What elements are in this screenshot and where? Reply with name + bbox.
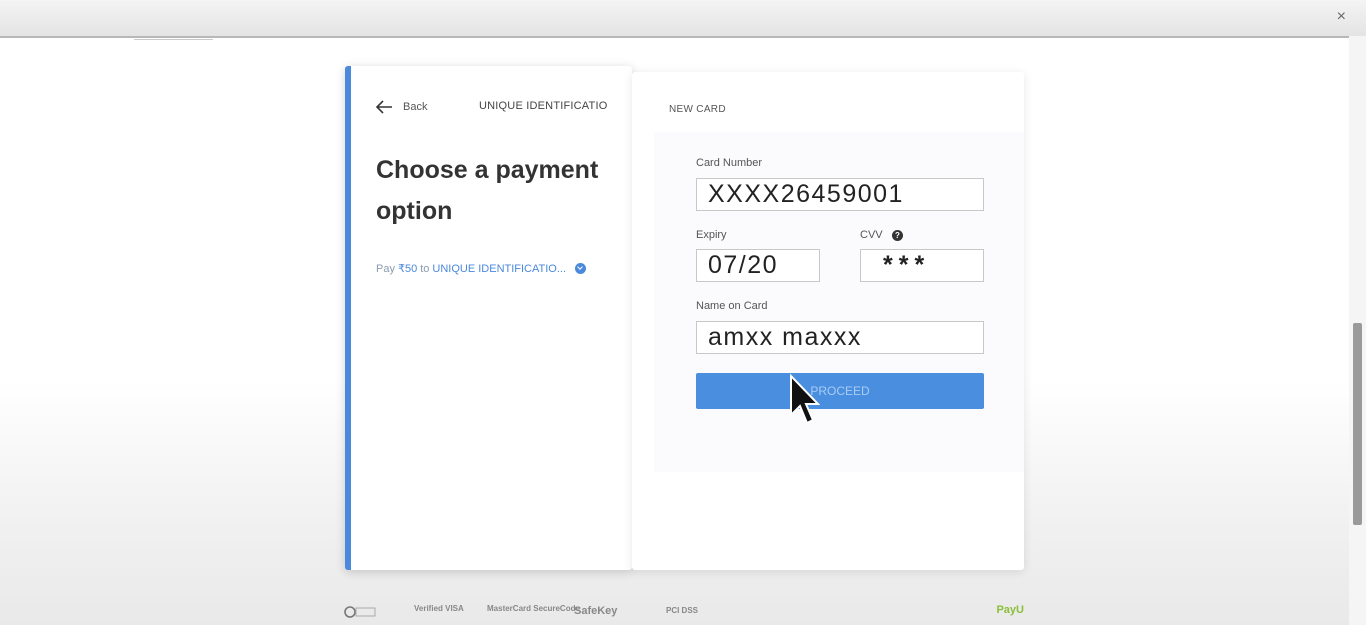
proceed-button[interactable]: PROCEED bbox=[696, 373, 984, 409]
security-badges-footer: Verified VISA MasterCard SecureCode Safe… bbox=[344, 600, 1024, 622]
name-on-card-label: Name on Card bbox=[696, 300, 768, 312]
pay-merchant: UNIQUE IDENTIFICATIO... bbox=[432, 262, 567, 275]
pay-amount: ₹50 bbox=[397, 263, 418, 275]
mouse-cursor-icon bbox=[790, 373, 820, 425]
merchant-name: UNIQUE IDENTIFICATIO bbox=[479, 100, 608, 112]
pay-prefix: Pay bbox=[376, 262, 395, 275]
secure-seal-icon bbox=[344, 606, 376, 618]
payment-summary-panel: Back UNIQUE IDENTIFICATIO Choose a payme… bbox=[345, 66, 632, 570]
pci-dss-badge: PCI DSS bbox=[666, 606, 699, 615]
page-title: Choose a payment option bbox=[376, 156, 599, 225]
close-icon[interactable]: × bbox=[1337, 8, 1346, 26]
verified-visa-badge: Verified VISA bbox=[414, 604, 464, 613]
chevron-down-icon[interactable] bbox=[575, 263, 587, 274]
back-arrow-icon bbox=[376, 100, 392, 114]
pay-summary: Pay ₹50 to UNIQUE IDENTIFICATIO... bbox=[376, 262, 587, 275]
back-button[interactable]: Back bbox=[376, 100, 427, 114]
help-icon[interactable]: ? bbox=[892, 230, 903, 241]
cvv-input[interactable]: *** bbox=[860, 249, 984, 282]
safekey-badge: SafeKey bbox=[574, 605, 618, 617]
mastercard-securecode-badge: MasterCard SecureCode bbox=[487, 604, 580, 613]
new-card-label: NEW CARD bbox=[669, 104, 726, 115]
cvv-label: CVV bbox=[860, 229, 883, 241]
back-label: Back bbox=[403, 101, 428, 113]
payu-logo: PayU bbox=[996, 604, 1024, 616]
name-on-card-input[interactable]: amxx maxxx bbox=[696, 321, 984, 354]
pay-to: to bbox=[420, 262, 430, 275]
card-form-panel: NEW CARD Card Number XXXX26459001 Expiry… bbox=[632, 72, 1024, 570]
card-number-input[interactable]: XXXX26459001 bbox=[696, 178, 984, 211]
scrollbar-thumb[interactable] bbox=[1353, 323, 1362, 525]
background-tab-underline bbox=[134, 39, 213, 40]
expiry-label: Expiry bbox=[696, 229, 727, 241]
scrollbar-track[interactable] bbox=[1349, 36, 1366, 625]
expiry-input[interactable]: 07/20 bbox=[696, 249, 820, 282]
card-number-label: Card Number bbox=[696, 157, 763, 169]
top-bar: × bbox=[0, 0, 1366, 38]
